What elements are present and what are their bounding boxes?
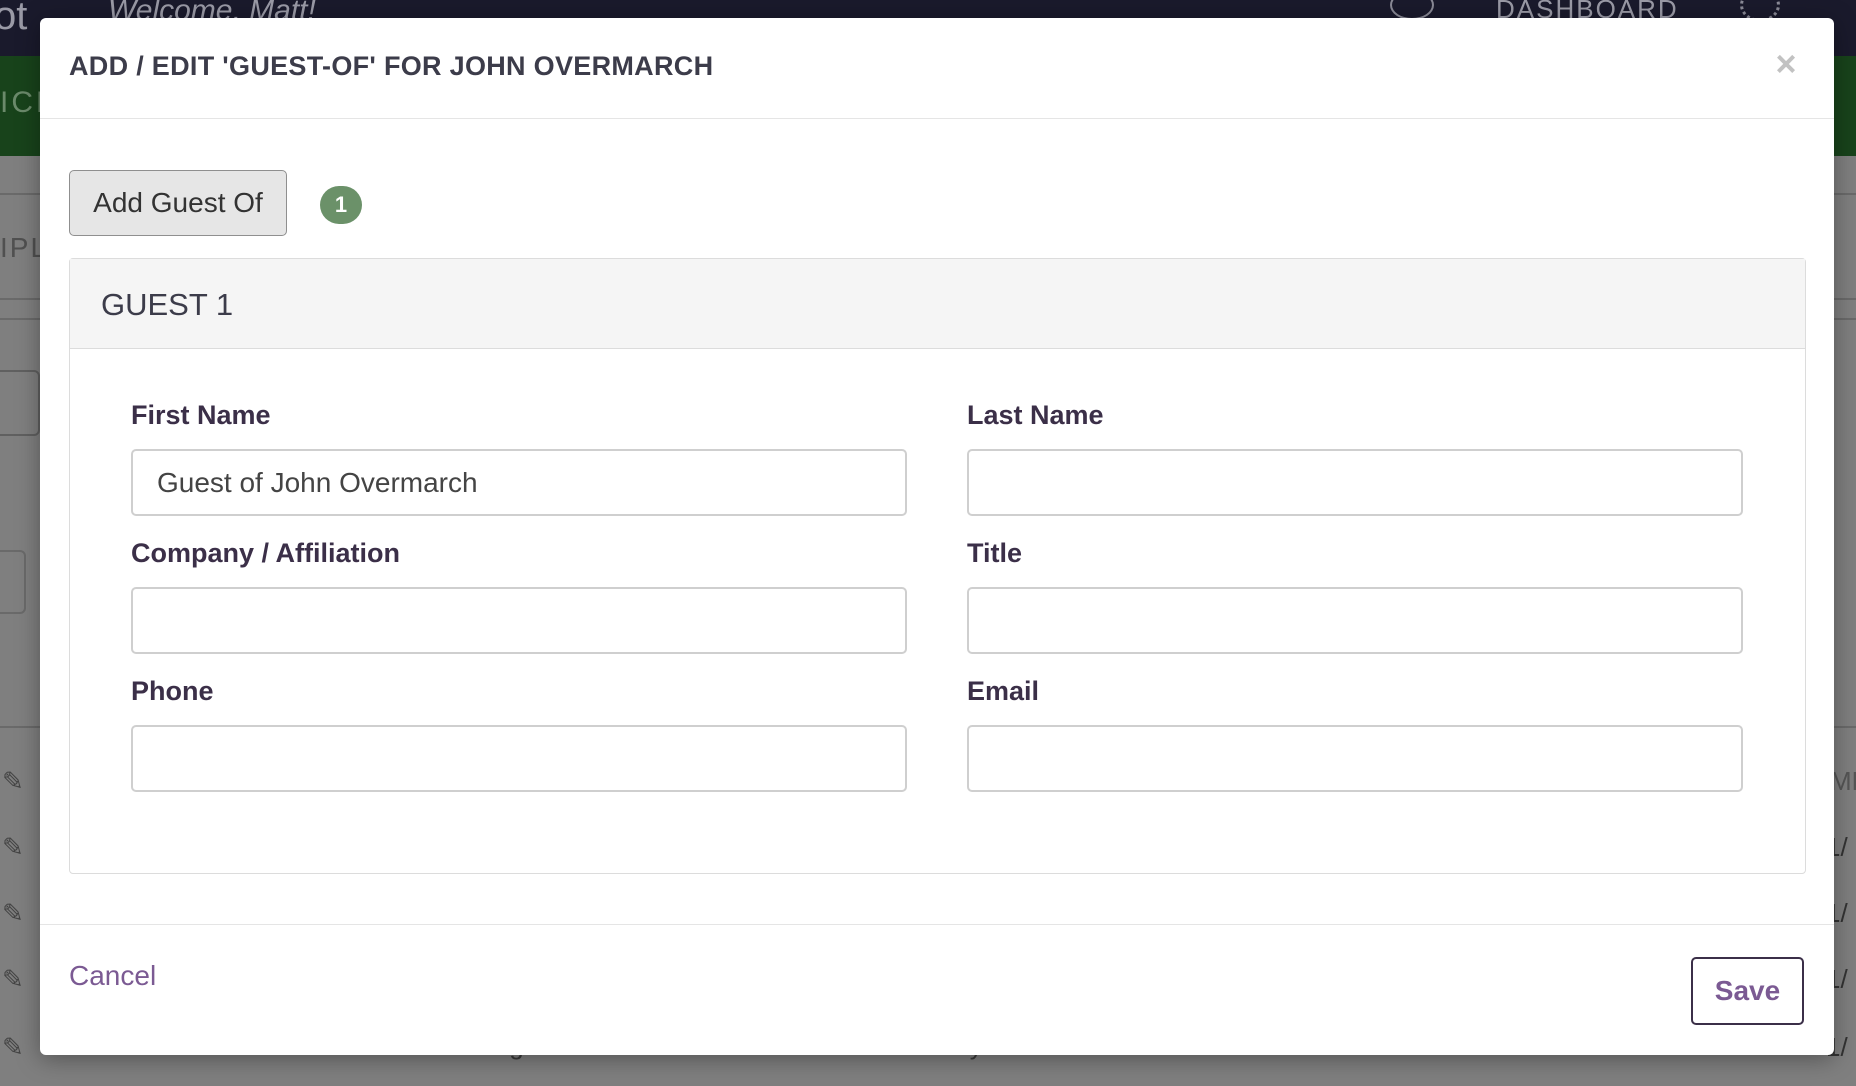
- guest-of-modal: ADD / EDIT 'GUEST-OF' FOR JOHN OVERMARCH…: [40, 18, 1834, 1055]
- phone-label: Phone: [131, 676, 214, 706]
- first-name-label: First Name: [131, 400, 271, 430]
- close-icon[interactable]: ×: [1768, 46, 1804, 82]
- guest-panel-header: GUEST 1: [70, 259, 1805, 349]
- title-input[interactable]: [967, 587, 1743, 654]
- add-guest-of-button[interactable]: Add Guest Of: [69, 170, 287, 236]
- first-name-input[interactable]: [131, 449, 907, 516]
- modal-header: ADD / EDIT 'GUEST-OF' FOR JOHN OVERMARCH…: [40, 18, 1834, 119]
- save-button[interactable]: Save: [1691, 957, 1804, 1025]
- pencil-icon: ✎: [2, 898, 24, 928]
- pencil-icon: ✎: [2, 766, 24, 796]
- brand-logo: ot: [0, 0, 28, 38]
- pencil-icon: ✎: [2, 832, 24, 862]
- modal-footer-divider: [40, 924, 1834, 925]
- company-label: Company / Affiliation: [131, 538, 400, 568]
- email-label: Email: [967, 676, 1040, 706]
- title-label: Title: [967, 538, 1023, 568]
- pencil-icon: ✎: [2, 964, 24, 994]
- background-control: [0, 550, 26, 614]
- modal-title: ADD / EDIT 'GUEST-OF' FOR JOHN OVERMARCH: [69, 51, 714, 81]
- company-input[interactable]: [131, 587, 907, 654]
- guest-count-badge: 1: [320, 186, 362, 224]
- search-icon: [0, 370, 40, 436]
- guest-panel-title: GUEST 1: [101, 287, 234, 322]
- last-name-label: Last Name: [967, 400, 1104, 430]
- pencil-icon: ✎: [2, 1032, 24, 1062]
- last-name-input[interactable]: [967, 449, 1743, 516]
- email-input[interactable]: [967, 725, 1743, 792]
- guest-panel: GUEST 1 First Name Last Name Company / A…: [69, 258, 1806, 874]
- phone-input[interactable]: [131, 725, 907, 792]
- user-icon: [1390, 0, 1434, 20]
- cancel-link[interactable]: Cancel: [69, 960, 156, 992]
